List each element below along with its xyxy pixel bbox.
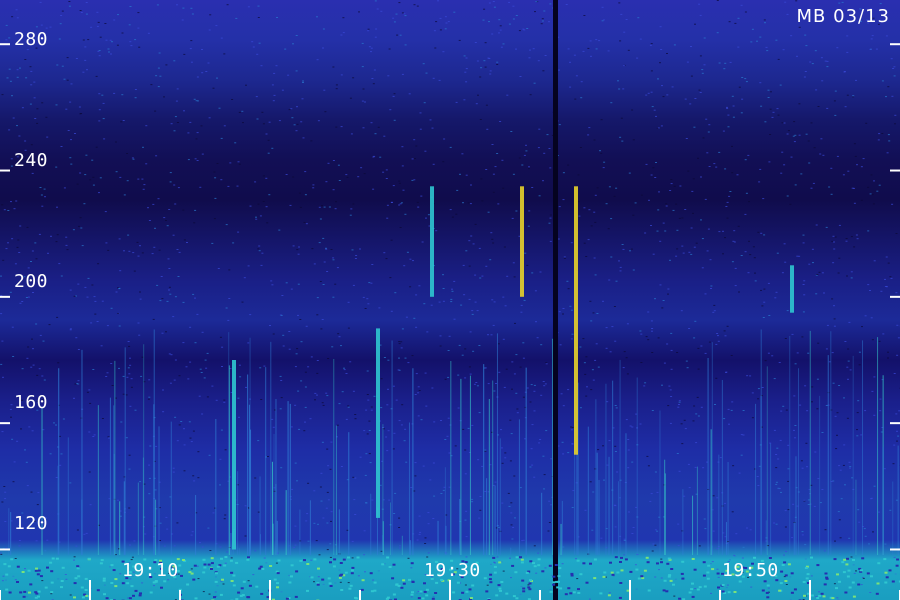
x-tick-label-1910: 19:10	[122, 560, 179, 581]
burst-0	[232, 360, 236, 550]
burst-5	[790, 265, 794, 313]
noise-layer	[0, 0, 900, 600]
spectrogram-canvas	[0, 0, 900, 600]
dark-gap-line	[553, 0, 558, 600]
burst-3	[520, 186, 524, 297]
y-tick-label-160: 160	[14, 392, 49, 413]
y-tick-label-280: 280	[14, 29, 49, 50]
y-tick-label-240: 240	[14, 150, 49, 171]
burst-2	[430, 186, 434, 297]
burst-4	[574, 186, 578, 455]
y-tick-label-200: 200	[14, 271, 49, 292]
spectrogram-plot: MB 03/13 280 240 200 160 120 19:10 19:30…	[0, 0, 900, 600]
burst-1	[376, 328, 380, 518]
x-tick-label-1930: 19:30	[424, 560, 481, 581]
y-tick-label-120: 120	[14, 513, 49, 534]
streak-layer	[8, 329, 899, 555]
x-tick-label-1950: 19:50	[722, 560, 779, 581]
chart-title: MB 03/13	[796, 6, 890, 27]
